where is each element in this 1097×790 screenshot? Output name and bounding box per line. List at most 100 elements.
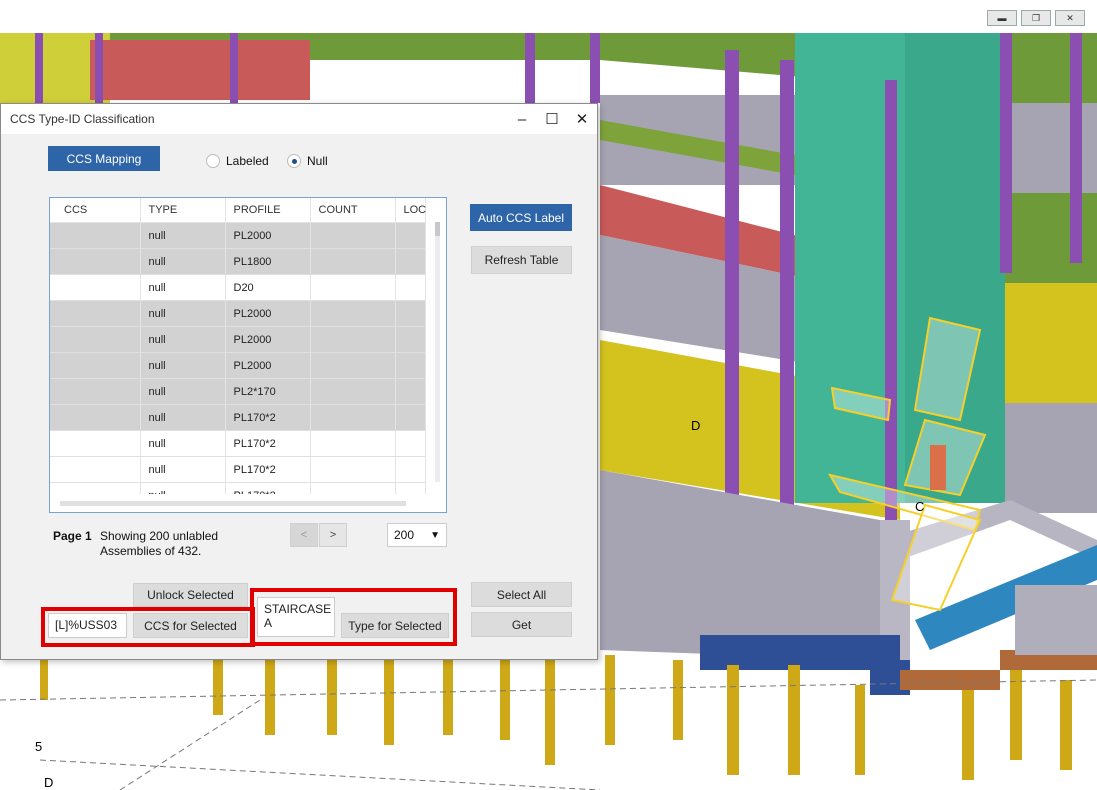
cell-count <box>310 248 396 275</box>
table-row[interactable]: null PL2000 <box>50 326 426 353</box>
cell-count <box>310 274 396 301</box>
column-header-profile[interactable]: PROFILE <box>225 198 311 223</box>
viewport-label-d: D <box>691 418 701 433</box>
table-row[interactable]: null PL2000 <box>50 352 426 379</box>
type-input[interactable]: STAIRCASE A <box>257 597 335 637</box>
cell-profile: PL170*2 <box>225 404 311 431</box>
type-for-selected-button[interactable]: Type for Selected <box>341 613 449 638</box>
dialog-minimize-icon[interactable]: – <box>507 104 537 134</box>
cell-profile: PL170*2 <box>225 430 311 457</box>
table-horizontal-scrollbar[interactable] <box>50 494 430 512</box>
cell-profile: PL2000 <box>225 300 311 327</box>
cell-count <box>310 352 396 379</box>
cell-count <box>310 404 396 431</box>
radio-null-dot[interactable] <box>287 154 301 168</box>
cell-ccs <box>50 430 141 457</box>
hscroll-thumb[interactable] <box>60 501 406 506</box>
radio-null-label: Null <box>307 154 328 168</box>
cell-ccs <box>50 456 141 483</box>
cell-count <box>310 456 396 483</box>
column-header-type[interactable]: TYPE <box>140 198 226 223</box>
table-body: null PL2000 null PL1800 null D20 null PL2000 nul… <box>50 222 426 509</box>
assemblies-table[interactable]: CCS TYPE PROFILE COUNT LOC null PL2000 nul… <box>49 197 447 513</box>
cell-loc <box>395 222 426 249</box>
type-input-line2: A <box>264 616 273 630</box>
table-row[interactable]: null PL2*170 <box>50 378 426 405</box>
auto-ccs-label-button[interactable]: Auto CCS Label <box>470 204 572 231</box>
dialog-maximize-icon[interactable]: ☐ <box>537 104 567 134</box>
page-size-value: 200 <box>394 528 415 542</box>
next-page-button[interactable]: > <box>319 523 347 547</box>
cell-ccs <box>50 378 141 405</box>
ccs-classification-dialog: CCS Type-ID Classification – ☐ ✕ CCS Map… <box>0 103 598 660</box>
page-size-select[interactable]: 200 ▼ <box>387 523 447 547</box>
minimize-icon[interactable]: ▬ <box>987 10 1017 26</box>
cell-type: null <box>140 248 226 275</box>
viewport-label-c: C <box>915 499 925 514</box>
cell-count <box>310 378 396 405</box>
cell-loc <box>395 300 426 327</box>
cell-ccs <box>50 248 141 275</box>
cell-loc <box>395 430 426 457</box>
vscroll-thumb[interactable] <box>435 222 440 236</box>
column-header-loc[interactable]: LOC <box>395 198 426 223</box>
column-header-count[interactable]: COUNT <box>310 198 396 223</box>
cell-type: null <box>140 274 226 301</box>
radio-labeled-dot[interactable] <box>206 154 220 168</box>
vscroll-track <box>435 222 440 482</box>
grid-label-5: 5 <box>35 739 43 754</box>
cell-loc <box>395 404 426 431</box>
table-row[interactable]: null PL2000 <box>50 300 426 327</box>
table-row[interactable]: null PL2000 <box>50 222 426 249</box>
cell-type: null <box>140 222 226 249</box>
cell-profile: PL2000 <box>225 222 311 249</box>
table-vertical-scrollbar[interactable] <box>428 198 446 496</box>
restore-icon[interactable]: ❐ <box>1021 10 1051 26</box>
cell-ccs <box>50 404 141 431</box>
get-button[interactable]: Get <box>471 612 572 637</box>
page-number: Page 1 <box>53 529 92 543</box>
cell-ccs <box>50 300 141 327</box>
cell-profile: D20 <box>225 274 311 301</box>
table-row[interactable]: nullPL170*2 <box>50 430 426 457</box>
ccs-for-selected-button[interactable]: CCS for Selected <box>133 613 248 638</box>
cell-ccs <box>50 274 141 301</box>
showing-text-line2: Assemblies of 432. <box>100 544 202 558</box>
unlock-selected-button[interactable]: Unlock Selected <box>133 583 248 607</box>
table-row[interactable]: null D20 <box>50 274 426 301</box>
cell-ccs <box>50 352 141 379</box>
radio-labeled[interactable]: Labeled <box>206 154 269 168</box>
cell-profile: PL1800 <box>225 248 311 275</box>
prev-page-button[interactable]: < <box>290 523 318 547</box>
chevron-down-icon: ▼ <box>430 529 440 541</box>
cell-loc <box>395 326 426 353</box>
ccs-mapping-button[interactable]: CCS Mapping <box>48 146 160 171</box>
cell-profile: PL170*2 <box>225 456 311 483</box>
cell-profile: PL2000 <box>225 352 311 379</box>
dialog-titlebar[interactable]: CCS Type-ID Classification – ☐ ✕ <box>1 104 597 134</box>
showing-text-line1: Showing 200 unlabled <box>100 529 219 543</box>
grid-label-d: D <box>44 775 54 790</box>
cell-loc <box>395 378 426 405</box>
column-header-ccs[interactable]: CCS <box>50 198 141 223</box>
cell-count <box>310 222 396 249</box>
cell-type: null <box>140 430 226 457</box>
cell-profile: PL2000 <box>225 326 311 353</box>
table-row[interactable]: null PL1800 <box>50 248 426 275</box>
cell-ccs <box>50 326 141 353</box>
cell-ccs <box>50 222 141 249</box>
select-all-button[interactable]: Select All <box>471 582 572 607</box>
table-row[interactable]: nullPL170*2 <box>50 404 426 431</box>
close-icon[interactable]: ✕ <box>1055 10 1085 26</box>
cell-type: null <box>140 378 226 405</box>
dialog-title: CCS Type-ID Classification <box>10 112 155 126</box>
table-row[interactable]: nullPL170*2 <box>50 456 426 483</box>
radio-null[interactable]: Null <box>287 154 328 168</box>
cell-count <box>310 326 396 353</box>
refresh-table-button[interactable]: Refresh Table <box>471 246 572 274</box>
dialog-close-icon[interactable]: ✕ <box>567 104 597 134</box>
cell-count <box>310 300 396 327</box>
ccs-input[interactable]: [L]%USS03 <box>48 613 127 638</box>
cell-type: null <box>140 352 226 379</box>
cell-loc <box>395 456 426 483</box>
